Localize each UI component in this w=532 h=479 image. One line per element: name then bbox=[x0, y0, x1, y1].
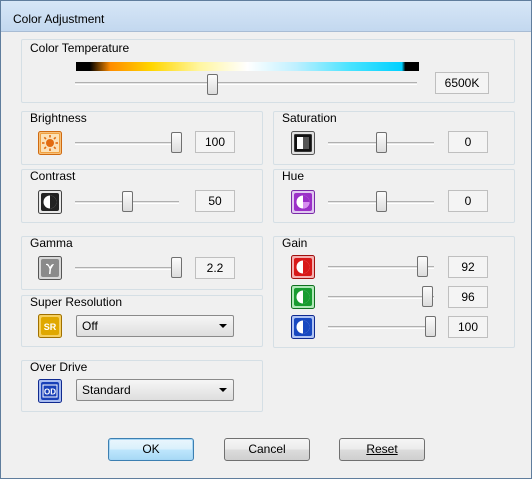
color-temperature-slider-thumb[interactable] bbox=[207, 74, 218, 95]
gain-blue-icon bbox=[291, 315, 315, 339]
gamma-icon bbox=[38, 256, 62, 280]
saturation-icon bbox=[291, 131, 315, 155]
window-title: Color Adjustment bbox=[13, 12, 105, 26]
saturation-label: Saturation bbox=[282, 111, 337, 125]
brightness-slider-thumb[interactable] bbox=[171, 132, 182, 153]
title-bar[interactable]: Color Adjustment bbox=[1, 1, 531, 32]
reset-button[interactable]: Reset bbox=[339, 438, 425, 461]
gain-blue-slider-thumb[interactable] bbox=[425, 316, 436, 337]
gain-green-slider-thumb[interactable] bbox=[422, 286, 433, 307]
gain-green-value: 96 bbox=[448, 286, 488, 308]
color-temperature-label: Color Temperature bbox=[30, 41, 130, 55]
chevron-down-icon bbox=[219, 388, 227, 392]
hue-icon bbox=[291, 190, 315, 214]
ok-button[interactable]: OK bbox=[108, 438, 194, 461]
color-temperature-value: 6500K bbox=[435, 72, 489, 94]
super-resolution-dropdown[interactable]: Off bbox=[76, 315, 234, 337]
hue-value: 0 bbox=[448, 190, 488, 212]
gain-red-icon bbox=[291, 255, 315, 279]
over-drive-icon-text: OD bbox=[44, 388, 56, 397]
super-resolution-icon-text: SR bbox=[44, 322, 57, 332]
gamma-track[interactable] bbox=[75, 267, 179, 270]
gain-red-slider-thumb[interactable] bbox=[417, 256, 428, 277]
super-resolution-selected: Off bbox=[82, 319, 98, 333]
gamma-slider-thumb[interactable] bbox=[171, 257, 182, 278]
color-temperature-gradient bbox=[76, 62, 419, 71]
cancel-button[interactable]: Cancel bbox=[224, 438, 310, 461]
contrast-slider-thumb[interactable] bbox=[122, 191, 133, 212]
brightness-label: Brightness bbox=[30, 111, 87, 125]
brightness-icon bbox=[38, 131, 62, 155]
hue-label: Hue bbox=[282, 169, 305, 183]
gain-green-track[interactable] bbox=[328, 296, 434, 299]
reset-button-label: Reset bbox=[366, 442, 398, 456]
over-drive-selected: Standard bbox=[82, 383, 131, 397]
contrast-icon bbox=[38, 190, 62, 214]
chevron-down-icon bbox=[219, 324, 227, 328]
saturation-value: 0 bbox=[448, 131, 488, 153]
color-adjustment-dialog: Color Adjustment Color Temperature 6500K… bbox=[0, 0, 532, 479]
contrast-label: Contrast bbox=[30, 169, 76, 183]
brightness-track[interactable] bbox=[75, 142, 179, 145]
over-drive-dropdown[interactable]: Standard bbox=[76, 379, 234, 401]
gain-green-icon bbox=[291, 285, 315, 309]
brightness-value: 100 bbox=[195, 131, 235, 153]
super-resolution-icon: SR bbox=[38, 314, 62, 338]
gain-blue-track[interactable] bbox=[328, 326, 434, 329]
over-drive-label: Over Drive bbox=[30, 360, 88, 374]
over-drive-icon: OD bbox=[38, 379, 62, 403]
color-temperature-track[interactable] bbox=[75, 82, 417, 85]
hue-slider-thumb[interactable] bbox=[376, 191, 387, 212]
gain-blue-value: 100 bbox=[448, 316, 488, 338]
super-resolution-label: Super Resolution bbox=[30, 295, 123, 309]
gamma-value: 2.2 bbox=[195, 257, 235, 279]
saturation-slider-thumb[interactable] bbox=[376, 132, 387, 153]
gamma-label: Gamma bbox=[30, 236, 73, 250]
gain-red-value: 92 bbox=[448, 256, 488, 278]
contrast-value: 50 bbox=[195, 190, 235, 212]
gain-label: Gain bbox=[282, 236, 308, 250]
